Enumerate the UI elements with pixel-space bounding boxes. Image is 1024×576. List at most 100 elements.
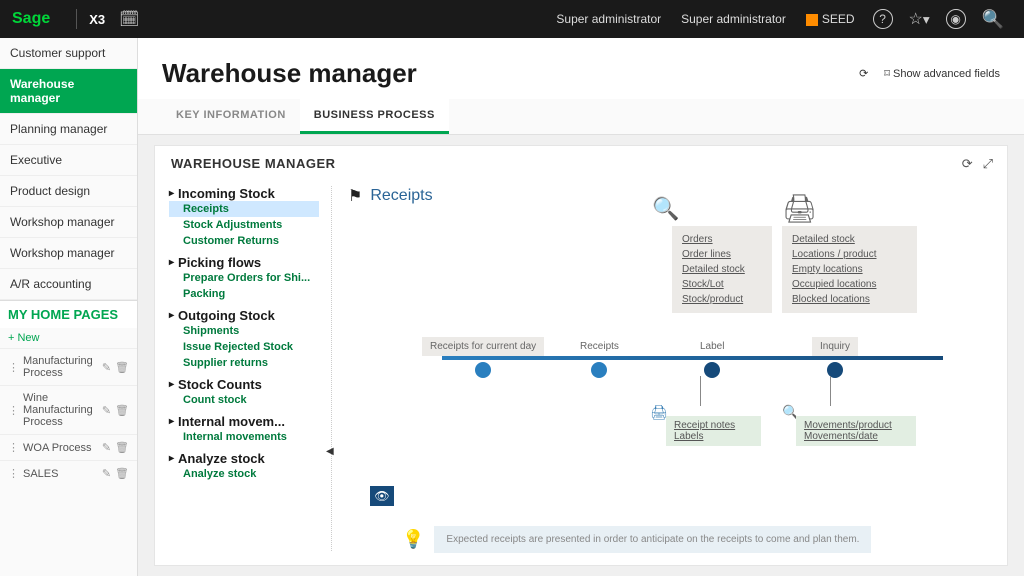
tree-group-header[interactable]: Picking flows <box>169 255 319 270</box>
edit-icon[interactable]: ✎ <box>102 404 111 417</box>
delete-icon[interactable]: 🗑 <box>115 467 129 480</box>
orders-link-group: OrdersOrder linesDetailed stockStock/Lot… <box>672 226 772 313</box>
divider <box>76 9 77 29</box>
flow-node-icon[interactable] <box>591 362 607 378</box>
diagram-link[interactable]: Occupied locations <box>792 277 907 292</box>
magnifier-icon: 🔍 <box>652 196 679 222</box>
tree-link[interactable]: Stock Adjustments <box>169 217 319 233</box>
tree-link[interactable]: Count stock <box>169 392 319 408</box>
movements-link-group: Movements/productMovements/date <box>796 416 916 446</box>
sidebar-item[interactable]: Workshop manager <box>0 207 137 238</box>
sidebar-item[interactable]: A/R accounting <box>0 269 137 300</box>
refresh-icon[interactable]: ⟳ <box>859 67 868 80</box>
tree-link[interactable]: Supplier returns <box>169 355 319 371</box>
process-panel: WAREHOUSE MANAGER ⟳ ⤢ Incoming StockRece… <box>154 145 1008 566</box>
sidebar-item[interactable]: Executive <box>0 145 137 176</box>
tree-group-header[interactable]: Analyze stock <box>169 451 319 466</box>
edit-icon[interactable]: ✎ <box>102 441 111 454</box>
top-bar: Sage X3 🗓 Super administrator Super admi… <box>0 0 1024 38</box>
printer-icon: 🖨 <box>782 192 818 225</box>
show-advanced-toggle[interactable]: ⌑ Show advanced fields <box>884 67 1000 80</box>
notes-link-group: Receipt notesLabels <box>666 416 761 446</box>
process-diagram: ◀ ⚑Receipts 🔍 OrdersOrder linesDetailed … <box>331 186 993 551</box>
help-icon[interactable]: ? <box>873 9 893 29</box>
diagram-link[interactable]: Labels <box>674 431 753 442</box>
diagram-link[interactable]: Orders <box>682 232 762 247</box>
user-role[interactable]: Super administrator <box>556 12 661 26</box>
tree-link[interactable]: Issue Rejected Stock <box>169 339 319 355</box>
connector-line <box>830 376 831 406</box>
search-icon[interactable]: 🔍 <box>982 9 1004 30</box>
delete-icon[interactable]: 🗑 <box>115 441 129 454</box>
diagram-link[interactable]: Stock/product <box>682 292 762 307</box>
tree-link[interactable]: Receipts <box>169 201 319 217</box>
delete-icon[interactable]: 🗑 <box>115 404 129 417</box>
sidebar-item[interactable]: Workshop manager <box>0 238 137 269</box>
lightbulb-icon: 💡 <box>402 529 424 550</box>
connector-line <box>700 376 701 406</box>
diagram-link[interactable]: Stock/Lot <box>682 277 762 292</box>
flow-step-label[interactable]: Receipts for current day <box>422 337 544 356</box>
flag-icon: ⚑ <box>348 186 362 206</box>
tree-collapse-handle[interactable]: ◀ <box>326 446 334 457</box>
tree-link[interactable]: Packing <box>169 286 319 302</box>
tree-group-header[interactable]: Outgoing Stock <box>169 308 319 323</box>
panel-expand-icon[interactable]: ⤢ <box>983 156 993 172</box>
diagram-link[interactable]: Blocked locations <box>792 292 907 307</box>
home-pages-header: MY HOME PAGES <box>0 300 137 328</box>
edit-icon[interactable]: ✎ <box>102 361 111 374</box>
diagram-link[interactable]: Order lines <box>682 247 762 262</box>
sidebar-item[interactable]: Planning manager <box>0 114 137 145</box>
diagram-link[interactable]: Detailed stock <box>682 262 762 277</box>
home-page-item[interactable]: ⋮WOA Process✎🗑 <box>0 434 137 460</box>
tree-link[interactable]: Customer Returns <box>169 233 319 249</box>
flow-step-label[interactable]: Receipts <box>572 337 627 356</box>
tree-group-header[interactable]: Incoming Stock <box>169 186 319 201</box>
stock-link-group: Detailed stockLocations / productEmpty l… <box>782 226 917 313</box>
diagram-link[interactable]: Locations / product <box>792 247 907 262</box>
logo[interactable]: Sage <box>12 10 50 28</box>
tab-bar: KEY INFORMATIONBUSINESS PROCESS <box>138 99 1024 135</box>
compass-icon[interactable]: ◉ <box>946 9 966 29</box>
eye-icon[interactable]: 👁 <box>370 486 394 506</box>
diagram-link[interactable]: Empty locations <box>792 262 907 277</box>
tree-link[interactable]: Prepare Orders for Shi... <box>169 270 319 286</box>
flow-node-icon[interactable] <box>704 362 720 378</box>
tree-link[interactable]: Internal movements <box>169 429 319 445</box>
diagram-link[interactable]: Movements/date <box>804 431 908 442</box>
flow-step-label[interactable]: Label <box>692 337 732 356</box>
flow-step-label[interactable]: Inquiry <box>812 337 858 356</box>
favorite-icon[interactable]: ☆▾ <box>909 9 930 29</box>
tab[interactable]: BUSINESS PROCESS <box>300 99 449 134</box>
environment-badge[interactable]: SEED <box>806 12 855 26</box>
panel-refresh-icon[interactable]: ⟳ <box>962 156 973 172</box>
sidebar-item[interactable]: Customer support <box>0 38 137 69</box>
sidebar-item[interactable]: Product design <box>0 176 137 207</box>
sidebar: Customer supportWarehouse managerPlannin… <box>0 38 138 576</box>
edit-icon[interactable]: ✎ <box>102 467 111 480</box>
diagram-link[interactable]: Receipt notes <box>674 420 753 431</box>
tab[interactable]: KEY INFORMATION <box>162 99 300 134</box>
tree-link[interactable]: Shipments <box>169 323 319 339</box>
seed-color-icon <box>806 14 818 26</box>
sidebar-item[interactable]: Warehouse manager <box>0 69 137 114</box>
calendar-icon[interactable]: 🗓 <box>119 9 139 29</box>
flow-node-icon[interactable] <box>475 362 491 378</box>
diagram-link[interactable]: Detailed stock <box>792 232 907 247</box>
product-code: X3 <box>89 12 105 27</box>
process-tree: Incoming StockReceiptsStock AdjustmentsC… <box>169 186 319 551</box>
user-name[interactable]: Super administrator <box>681 12 786 26</box>
tip-text: Expected receipts are presented in order… <box>434 526 871 553</box>
delete-icon[interactable]: 🗑 <box>115 361 129 374</box>
tree-group-header[interactable]: Stock Counts <box>169 377 319 392</box>
diagram-link[interactable]: Movements/product <box>804 420 908 431</box>
new-home-page-button[interactable]: + New <box>0 328 137 348</box>
home-page-item[interactable]: ⋮SALES✎🗑 <box>0 460 137 486</box>
tree-group-header[interactable]: Internal movem... <box>169 414 319 429</box>
panel-title: WAREHOUSE MANAGER <box>171 156 336 171</box>
page-title: Warehouse manager <box>162 58 417 89</box>
tree-link[interactable]: Analyze stock <box>169 466 319 482</box>
home-page-item[interactable]: ⋮Wine Manufacturing Process✎🗑 <box>0 385 137 434</box>
diagram-title: Receipts <box>370 187 432 205</box>
home-page-item[interactable]: ⋮Manufacturing Process✎🗑 <box>0 348 137 385</box>
